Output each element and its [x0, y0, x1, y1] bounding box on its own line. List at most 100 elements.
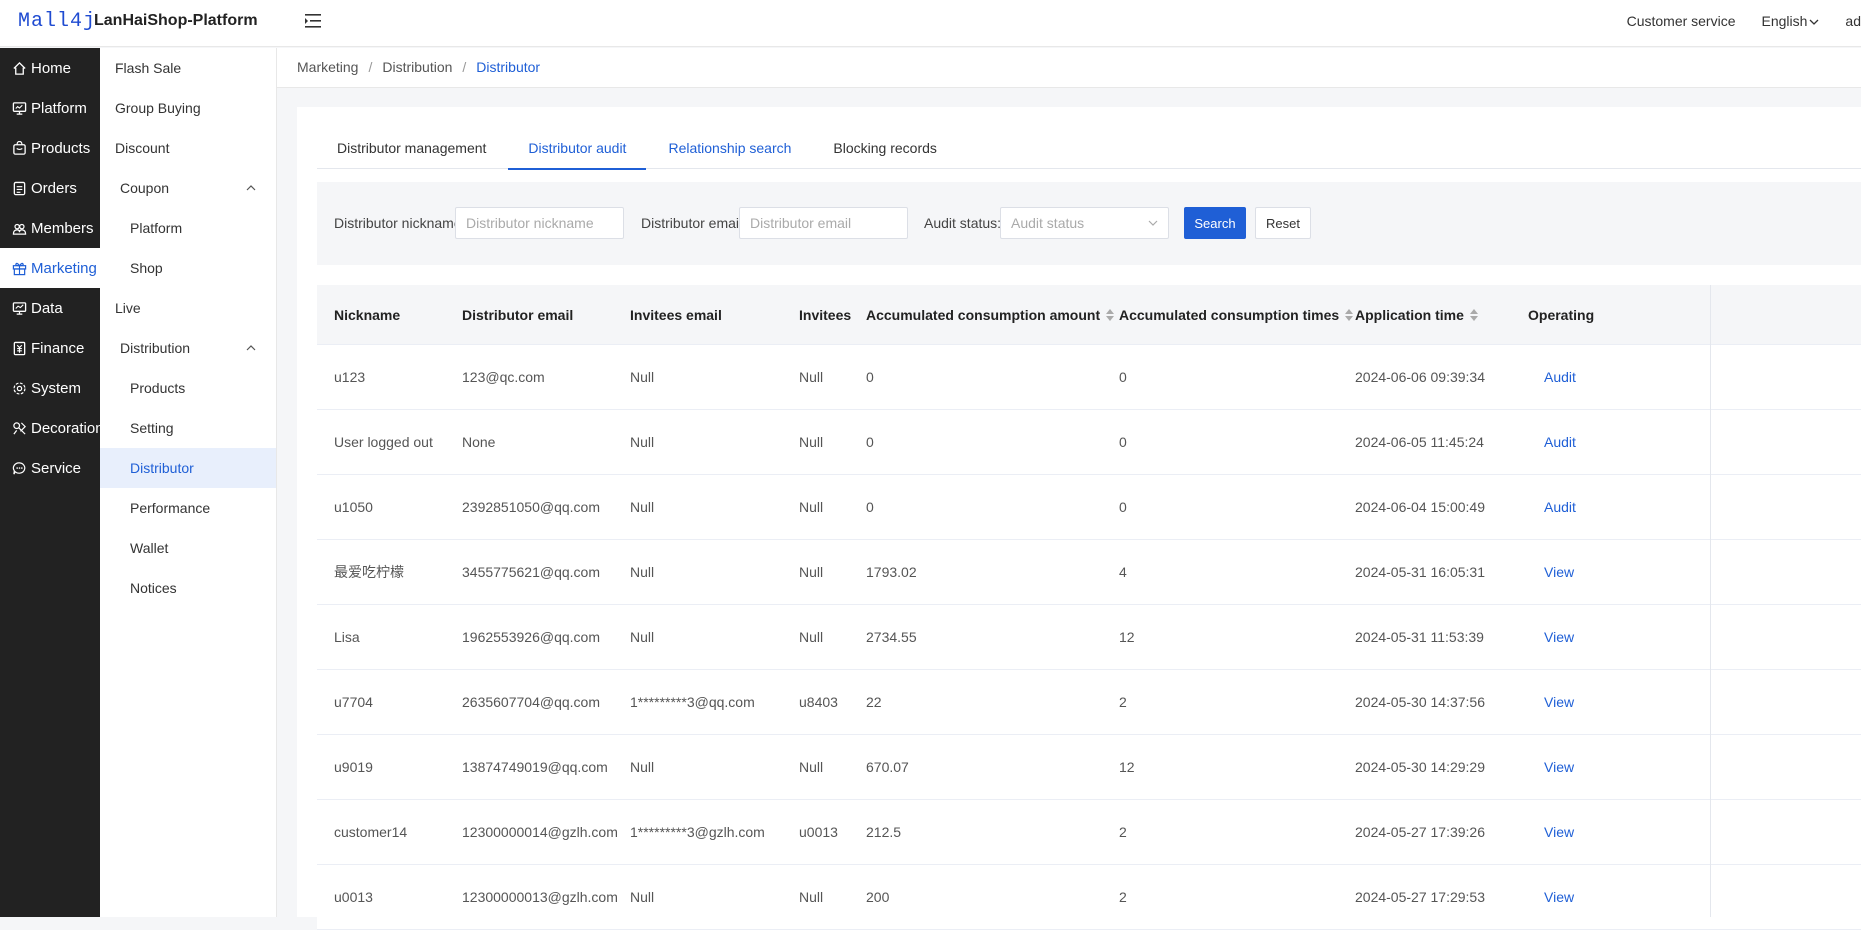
submenu-item-setting[interactable]: Setting: [100, 408, 276, 448]
view-link[interactable]: View: [1544, 865, 1574, 930]
breadcrumb-item[interactable]: Distribution: [382, 59, 452, 75]
submenu-item-performance[interactable]: Performance: [100, 488, 276, 528]
distributor-table: Nickname Distributor email Invitees email I…: [317, 285, 1861, 930]
submenu-item-platform[interactable]: Platform: [100, 208, 276, 248]
home-icon: [13, 61, 26, 75]
tab-relationship-search[interactable]: Relationship search: [648, 127, 811, 169]
table-cell: Lisa: [334, 629, 360, 645]
column-header: Invitees: [799, 285, 851, 345]
submenu-item-group-buying[interactable]: Group Buying: [100, 88, 276, 128]
table-cell: 123@qc.com: [462, 369, 545, 385]
sort-icon[interactable]: [1469, 309, 1478, 321]
table-cell: 2024-05-27 17:39:26: [1355, 824, 1485, 840]
submenu-item-label: Shop: [130, 260, 163, 276]
sort-icon[interactable]: [1345, 309, 1354, 321]
column-header: Nickname: [334, 285, 400, 345]
nav-item-home[interactable]: Home: [0, 48, 100, 88]
view-link[interactable]: View: [1544, 735, 1574, 800]
sort-icon[interactable]: [1106, 309, 1115, 321]
fixed-column-divider: [1710, 285, 1711, 917]
table-cell: 2635607704@qq.com: [462, 694, 600, 710]
nav-item-label: Decoration: [31, 419, 100, 437]
submenu-item-products[interactable]: Products: [100, 368, 276, 408]
view-link[interactable]: View: [1544, 670, 1574, 735]
table-cell: u1050: [334, 499, 373, 515]
table-cell: 2392851050@qq.com: [462, 499, 600, 515]
view-link[interactable]: View: [1544, 800, 1574, 865]
submenu-item-label: Distribution: [120, 340, 191, 356]
table-cell: 2024-05-30 14:37:56: [1355, 694, 1485, 710]
table-cell: 最爱吃柠檬: [334, 564, 404, 580]
nav-item-orders[interactable]: Orders: [0, 168, 100, 208]
table-cell: 0: [866, 369, 874, 385]
reset-button[interactable]: Reset: [1255, 207, 1311, 239]
table-cell: Null: [799, 369, 824, 385]
view-link[interactable]: View: [1544, 540, 1574, 605]
nav-item-service[interactable]: Service: [0, 448, 100, 488]
search-button[interactable]: Search: [1184, 207, 1246, 239]
audit-link[interactable]: Audit: [1544, 475, 1576, 540]
submenu-item-distribution[interactable]: Distribution: [100, 328, 276, 368]
table-row: u7704 2635607704@qq.com 1*********3@qq.com…: [317, 670, 1861, 735]
collapse-menu-button[interactable]: [302, 10, 324, 32]
table-row: 最爱吃柠檬 3455775621@qq.com Null Null 1793.02 4 20…: [317, 540, 1861, 605]
language-label: English: [1761, 13, 1808, 29]
user-menu[interactable]: ad: [1845, 13, 1861, 29]
table-cell: None: [462, 434, 496, 450]
submenu-item-label: Setting: [130, 420, 174, 436]
nav-item-products[interactable]: Products: [0, 128, 100, 168]
column-header[interactable]: Application time: [1355, 285, 1478, 345]
table-cell: u0013: [334, 889, 373, 905]
breadcrumb: Marketing / Distribution / Distributor: [297, 59, 540, 75]
breadcrumb-item[interactable]: Marketing: [297, 59, 358, 75]
tab-distributor-audit[interactable]: Distributor audit: [508, 127, 647, 170]
nav-item-system[interactable]: System: [0, 368, 100, 408]
audit-link[interactable]: Audit: [1544, 410, 1576, 475]
chart-icon: [12, 301, 27, 315]
submenu-item-distributor[interactable]: Distributor: [100, 448, 276, 488]
column-header-label: Invitees email: [630, 307, 722, 323]
nav-item-data[interactable]: Data: [0, 288, 100, 328]
nav-item-decoration[interactable]: Decoration: [0, 408, 100, 448]
table-cell: 4: [1119, 564, 1127, 580]
submenu-item-discount[interactable]: Discount: [100, 128, 276, 168]
column-header[interactable]: Accumulated consumption times: [1119, 285, 1354, 345]
email-input[interactable]: [739, 207, 908, 239]
customer-service-link[interactable]: Customer service: [1627, 13, 1736, 29]
submenu-item-live[interactable]: Live: [100, 288, 276, 328]
nav-item-platform[interactable]: Platform: [0, 88, 100, 128]
audit-link[interactable]: Audit: [1544, 345, 1576, 410]
submenu-item-shop[interactable]: Shop: [100, 248, 276, 288]
nav-item-marketing[interactable]: Marketing: [0, 248, 100, 288]
table-row: User logged out None Null Null 0 0 2024-06-05 …: [317, 410, 1861, 475]
table-cell: 1793.02: [866, 564, 917, 580]
table-cell: 13874749019@qq.com: [462, 759, 608, 775]
table-cell: 2024-05-30 14:29:29: [1355, 759, 1485, 775]
nav-item-label: Data: [31, 299, 63, 317]
table-cell: Null: [799, 564, 824, 580]
nickname-input[interactable]: [455, 207, 624, 239]
table-cell: 0: [1119, 499, 1127, 515]
submenu-item-coupon[interactable]: Coupon: [100, 168, 276, 208]
table-cell: 2024-05-31 11:53:39: [1355, 629, 1484, 645]
logo[interactable]: Mall4j: [18, 10, 96, 33]
tab-distributor-management[interactable]: Distributor management: [317, 127, 506, 169]
submenu-item-flash-sale[interactable]: Flash Sale: [100, 48, 276, 88]
nav-item-label: Platform: [31, 99, 87, 117]
table-row: u1050 2392851050@qq.com Null Null 0 0 2024-06-…: [317, 475, 1861, 540]
nav-item-finance[interactable]: Finance: [0, 328, 100, 368]
submenu-item-wallet[interactable]: Wallet: [100, 528, 276, 568]
column-header[interactable]: Accumulated consumption amount: [866, 285, 1115, 345]
table-cell: 2024-06-05 11:45:24: [1355, 434, 1484, 450]
nav-item-members[interactable]: Members: [0, 208, 100, 248]
submenu-item-notices[interactable]: Notices: [100, 568, 276, 608]
language-select[interactable]: English: [1762, 13, 1820, 29]
table-cell: Null: [630, 499, 655, 515]
table-cell: 2024-06-06 09:39:34: [1355, 369, 1485, 385]
filter-panel: Distributor nickname: Distributor email:…: [317, 182, 1861, 265]
submenu-item-label: Products: [130, 380, 186, 396]
top-bar: Mall4j LanHaiShop-Platform Customer serv…: [0, 0, 1861, 47]
view-link[interactable]: View: [1544, 605, 1574, 670]
tab-blocking-records[interactable]: Blocking records: [813, 127, 957, 169]
audit-status-select[interactable]: Audit status: [1000, 207, 1169, 239]
